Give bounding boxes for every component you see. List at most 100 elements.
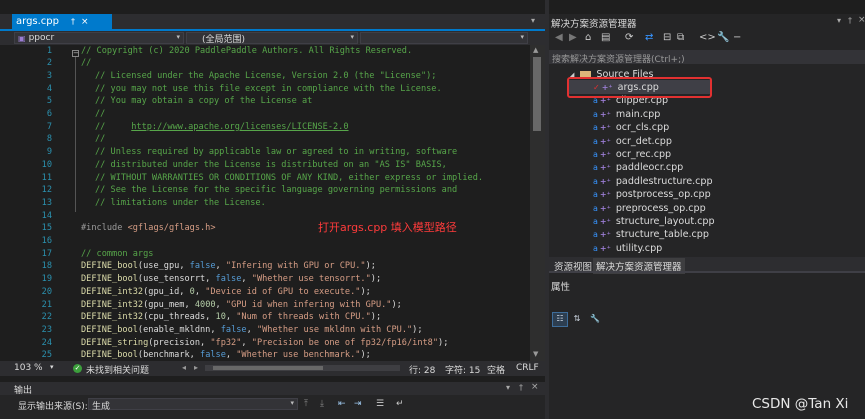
- sync-icon[interactable]: ⇄: [645, 32, 653, 43]
- preview-icon[interactable]: −: [733, 32, 741, 43]
- lock-icon: a: [593, 203, 598, 213]
- char-indicator: 字符: 15: [445, 366, 481, 376]
- tree-file-item[interactable]: a +⁺ utility.cpp: [593, 242, 662, 255]
- solution-explorer-toolbar: ◀ ▶ ⌂ ▤ ⟳ ⇄ ⊟ ⧉ <> 🔧 −: [549, 30, 865, 48]
- categorized-icon[interactable]: ☷: [552, 312, 568, 327]
- whitespace-indicator: 空格: [487, 366, 506, 376]
- editor-horizontal-scrollbar[interactable]: [205, 365, 400, 371]
- collapse-region-icon[interactable]: −: [72, 50, 79, 57]
- tree-file-item[interactable]: a +⁺ postprocess_op.cpp: [593, 188, 711, 201]
- code-token: ,: [225, 350, 237, 361]
- zoom-dropdown-icon[interactable]: ▾: [50, 363, 54, 371]
- line-number: 15: [41, 223, 52, 234]
- tree-file-item[interactable]: a +⁺ structure_table.cpp: [593, 228, 709, 241]
- collapse-all-icon[interactable]: ⊟: [663, 32, 671, 43]
- code-token: #include: [81, 223, 128, 234]
- editor-tab-bar: args.cpp † × ▾: [0, 14, 545, 29]
- tree-file-item[interactable]: a +⁺ ocr_det.cpp: [593, 135, 672, 148]
- tree-file-item[interactable]: a +⁺ ocr_rec.cpp: [593, 148, 671, 161]
- property-pages-icon[interactable]: 🔧: [587, 312, 603, 327]
- scroll-down-icon[interactable]: ▼: [533, 350, 538, 358]
- forward-icon[interactable]: ▶: [569, 32, 577, 43]
- watermark: CSDN @Tan Xi: [752, 396, 849, 412]
- goto-prev-icon[interactable]: ⤒: [304, 399, 308, 409]
- code-token: DEFINE_int32: [81, 312, 144, 323]
- tree-file-label: main.cpp: [615, 108, 661, 120]
- lock-icon: a: [593, 176, 598, 186]
- close-icon[interactable]: ×: [81, 17, 89, 27]
- code-token: DEFINE_string: [81, 337, 149, 348]
- project-combo[interactable]: ▣ ppocr ▾: [14, 32, 184, 44]
- pending-changes-icon[interactable]: ⟳: [625, 32, 633, 43]
- properties-toolbar: ☷ ⇅ 🔧: [549, 310, 865, 327]
- code-token: "Num of threads with CPU.": [236, 312, 371, 323]
- code-editor[interactable]: 1 2 3 4 5 6 7 8 9 10 11 12 13 14 15 16 17 18 19 20 21 22 23 24 2…: [0, 45, 530, 361]
- properties-wrench-icon[interactable]: 🔧: [717, 32, 729, 43]
- tree-file-item[interactable]: a +⁺ ocr_cls.cpp: [593, 121, 669, 134]
- tab-args-cpp[interactable]: args.cpp † ×: [12, 14, 112, 29]
- chevron-down-icon: ▾: [350, 33, 354, 41]
- chevron-down-icon: ▾: [176, 33, 180, 41]
- tree-file-item[interactable]: a +⁺ paddleocr.cpp: [593, 161, 683, 174]
- tree-file-item[interactable]: a +⁺ paddlestructure.cpp: [593, 175, 713, 188]
- pin-icon[interactable]: †: [848, 16, 852, 25]
- tree-file-label: paddleocr.cpp: [615, 162, 684, 174]
- code-view-icon[interactable]: <>: [699, 32, 716, 43]
- solution-explorer-header: 解决方案资源管理器 ▾ † ×: [549, 14, 865, 30]
- code-token: );: [370, 274, 382, 285]
- cpp-file-icon: +⁺: [599, 136, 611, 146]
- lock-icon: a: [593, 163, 598, 173]
- code-token: );: [360, 286, 371, 297]
- line-number: 11: [41, 172, 52, 183]
- home-icon[interactable]: ⌂: [585, 32, 591, 43]
- solution-explorer-title: 解决方案资源管理器: [551, 19, 637, 30]
- tree-file-item[interactable]: a +⁺ main.cpp: [593, 108, 660, 121]
- tab-dropdown-icon[interactable]: ▾: [531, 16, 535, 25]
- tree-file-item[interactable]: a +⁺ structure_layout.cpp: [593, 215, 715, 228]
- pin-icon[interactable]: †: [519, 383, 523, 392]
- cpp-file-icon: +⁺: [599, 109, 611, 119]
- cpp-file-icon: +⁺: [599, 230, 611, 240]
- line-number: 18: [41, 261, 52, 272]
- scrollbar-thumb[interactable]: [533, 57, 541, 131]
- code-token: (precision,: [148, 337, 211, 348]
- output-source-combo[interactable]: 生成 ▾: [88, 398, 298, 412]
- pin-icon[interactable]: †: [71, 17, 75, 26]
- code-token: (use_gpu,: [137, 261, 190, 272]
- zoom-level[interactable]: 103 %: [14, 363, 43, 373]
- tree-file-item[interactable]: a +⁺ preprocess_op.cpp: [593, 202, 706, 215]
- close-icon[interactable]: ×: [531, 382, 539, 392]
- code-token: ,: [194, 286, 206, 297]
- word-wrap-icon[interactable]: ↵: [396, 399, 404, 409]
- code-line: // distributed under the License is dist…: [95, 160, 447, 170]
- tree-file-label: preprocess_op.cpp: [615, 202, 706, 214]
- nav-forward-icon[interactable]: ▸: [194, 363, 198, 372]
- code-line: //: [95, 134, 105, 144]
- editor-vertical-scrollbar[interactable]: ▲ ▼: [530, 45, 545, 361]
- editor-status-row: 103 % ▾ ✓ 未找到相关问题 ◂ ▸ 行: 28 字符: 15 空格 CR…: [0, 361, 545, 376]
- solution-search-input[interactable]: 搜索解决方案资源管理器(Ctrl+;): [549, 50, 865, 65]
- scrollbar-thumb[interactable]: [213, 366, 323, 370]
- show-all-files-icon[interactable]: ⧉: [677, 32, 684, 43]
- nav-back-icon[interactable]: ◂: [182, 363, 186, 372]
- member-combo[interactable]: ▾: [360, 32, 528, 44]
- close-icon[interactable]: ×: [858, 15, 865, 25]
- code-token: false: [215, 274, 242, 285]
- back-icon[interactable]: ◀: [555, 32, 563, 43]
- solutions-views-icon[interactable]: ▤: [601, 32, 610, 43]
- alphabetical-icon[interactable]: ⇅: [569, 312, 585, 327]
- dropdown-icon[interactable]: ▾: [837, 16, 841, 25]
- clear-all-icon[interactable]: ☰: [376, 399, 384, 409]
- find-next-icon[interactable]: ⇥: [354, 399, 362, 409]
- code-token: (benchmark,: [137, 350, 201, 361]
- goto-next-icon[interactable]: ⤓: [320, 399, 324, 409]
- issues-status[interactable]: 未找到相关问题: [86, 363, 149, 376]
- find-prev-icon[interactable]: ⇤: [338, 399, 346, 409]
- output-source-label: 显示输出来源(S):: [18, 402, 88, 412]
- code-token: (cpu_threads,: [143, 312, 216, 323]
- dropdown-icon[interactable]: ▾: [506, 383, 510, 392]
- line-number: 3: [46, 70, 52, 81]
- license-link[interactable]: http://www.apache.org/licenses/LICENSE-2…: [131, 122, 348, 132]
- scope-combo[interactable]: (全局范围) ▾: [186, 32, 358, 45]
- scroll-up-icon[interactable]: ▲: [533, 46, 538, 54]
